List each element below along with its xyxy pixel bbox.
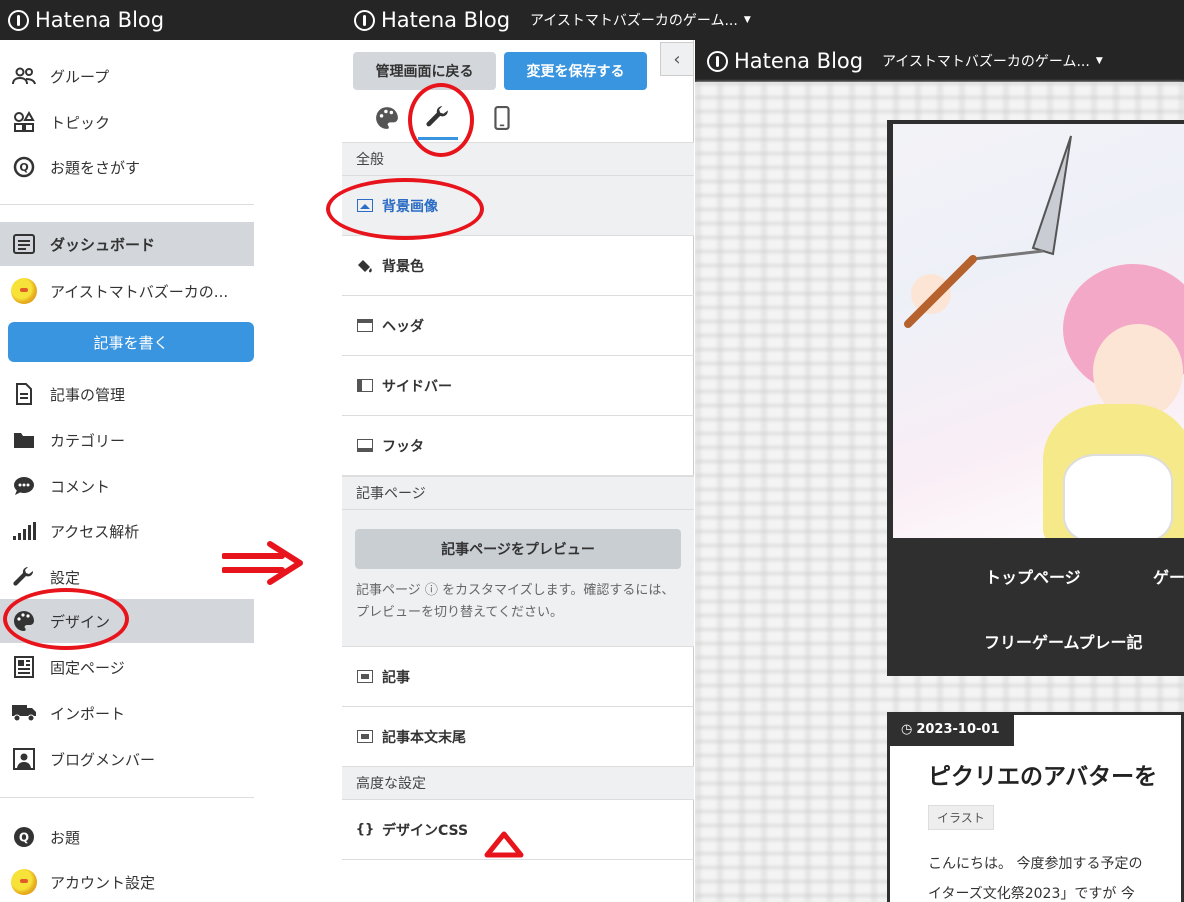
editor-item-sidebar[interactable]: サイドバー [342, 356, 694, 416]
hatena-blog-logo-center[interactable]: Hatena Blog [354, 0, 510, 40]
preview-hatena-logo[interactable]: Hatena Blog [707, 40, 863, 82]
header-illustration [893, 124, 1184, 538]
post-body: こんにちは。 今度参加する予定の イターズ文化祭2023」ですが 今 [928, 856, 1143, 902]
wrench-icon [426, 105, 448, 126]
top-bar: Hatena Blog Hatena Blog アイストマトバズーカのゲーム..… [0, 0, 1184, 40]
wrench-icon [10, 563, 38, 591]
account-avatar [11, 869, 37, 895]
sidebar-divider [0, 797, 254, 798]
nav-top-page[interactable]: トップページ [985, 564, 1081, 588]
blog-post: ◷ 2023-10-01 ピクリエのアバターを イラスト こんにちは。 今度参加… [887, 712, 1184, 902]
section-advanced: 高度な設定 [342, 766, 694, 800]
sidebar-item-design[interactable]: デザイン [0, 599, 254, 643]
sidebar-item-group[interactable]: グループ [0, 54, 254, 98]
clock-icon: ◷ [901, 721, 913, 737]
collapse-panel-button[interactable]: ‹ [660, 42, 694, 76]
post-category-tag[interactable]: イラスト [928, 805, 994, 830]
braces-icon: {} [355, 822, 375, 837]
svg-text:Q: Q [19, 831, 29, 845]
blog-preview: Hatena Blog アイストマトバズーカのゲーム... ▼ トップページ ゲ… [695, 40, 1184, 902]
spatula-icon [904, 135, 1072, 328]
svg-text:Q: Q [19, 161, 28, 174]
sidebar-item-import[interactable]: インポート [0, 691, 254, 735]
sidebar-item-article-management[interactable]: 記事の管理 [0, 372, 254, 416]
layout-footer-icon [357, 439, 373, 452]
palette-icon [376, 107, 398, 129]
post-date: ◷ 2023-10-01 [887, 712, 1014, 746]
caret-down-icon: ▼ [743, 15, 751, 25]
back-to-admin-button[interactable]: 管理画面に戻る [353, 52, 496, 90]
editor-item-background-color[interactable]: 背景色 [342, 236, 694, 296]
tab-customize[interactable] [418, 96, 458, 140]
design-editor-panel: 管理画面に戻る 変更を保存する ‹ 全般 背景画像 背景色 ヘッダ サイドバー … [342, 40, 694, 902]
folder-icon [10, 426, 38, 454]
sidebar-item-fixed-page[interactable]: 固定ページ [0, 645, 254, 689]
nav-game[interactable]: ゲー [1153, 564, 1184, 588]
hatena-logo-icon [707, 50, 728, 72]
sidebar-item-category[interactable]: カテゴリー [0, 418, 254, 462]
layout-header-icon [357, 319, 373, 332]
palette-icon [10, 607, 38, 635]
tab-smartphone[interactable] [482, 96, 522, 140]
editor-item-article[interactable]: 記事 [342, 647, 694, 707]
dashboard-icon [10, 230, 38, 258]
sidebar-item-account-settings[interactable]: アカウント設定 [0, 860, 254, 902]
preview-article-page-button[interactable]: 記事ページをプレビュー [355, 529, 681, 569]
hatena-logo-icon [354, 9, 375, 31]
truck-icon [10, 699, 38, 727]
sidebar-item-find-theme[interactable]: Q お題をさがす [0, 145, 254, 189]
comment-icon [10, 472, 38, 500]
topic-icon [10, 108, 38, 136]
annotation-arrow-icon [222, 541, 303, 585]
layout-article-icon [357, 670, 373, 683]
editor-item-background-image[interactable]: 背景画像 [342, 176, 694, 236]
sidebar-item-dashboard[interactable]: ダッシュボード [0, 222, 254, 266]
editor-item-footer[interactable]: フッタ [342, 416, 694, 476]
search-theme-icon: Q [10, 153, 38, 181]
section-article-page: 記事ページ [342, 476, 694, 510]
caret-down-icon: ▼ [1095, 56, 1103, 66]
sidebar-item-settings[interactable]: 設定 [0, 555, 254, 599]
write-article-button[interactable]: 記事を書く [8, 322, 254, 362]
theme-icon: Q [10, 823, 38, 851]
chevron-left-icon: ‹ [673, 48, 681, 70]
section-general: 全般 [342, 142, 694, 176]
document-icon [10, 380, 38, 408]
sidebar-item-topic[interactable]: トピック [0, 100, 254, 144]
annotation-triangle-icon [484, 831, 524, 858]
chart-bars-icon [10, 517, 38, 545]
blog-selector[interactable]: アイストマトバズーカのゲーム... ▼ [530, 0, 751, 40]
sidebar-item-comment[interactable]: コメント [0, 464, 254, 508]
sidebar-item-theme[interactable]: Q お題 [0, 815, 254, 859]
editor-item-article-footer[interactable]: 記事本文末尾 [342, 707, 694, 767]
paint-bucket-icon [356, 259, 374, 273]
member-icon [10, 745, 38, 773]
sidebar-divider [0, 204, 254, 205]
layout-sidebar-icon [357, 379, 373, 392]
hatena-logo-icon [8, 9, 29, 31]
sidebar-item-blog[interactable]: アイストマトバズーカの... [0, 269, 254, 313]
preview-note: 記事ページ ⓘ をカスタマイズします。確認するには、プレビューを切り替えてくださ… [356, 583, 675, 620]
post-title[interactable]: ピクリエのアバターを [928, 757, 1157, 791]
smartphone-icon [494, 106, 510, 130]
layout-article-footer-icon [357, 730, 373, 743]
preview-blog-selector[interactable]: アイストマトバズーカのゲーム... ▼ [882, 40, 1103, 82]
article-preview-area: 記事ページをプレビュー 記事ページ ⓘ をカスタマイズします。確認するには、プレ… [342, 510, 694, 647]
preview-top-bar: Hatena Blog アイストマトバズーカのゲーム... ▼ [695, 40, 1184, 82]
editor-tabs [342, 96, 694, 140]
nav-free-game-log[interactable]: フリーゲームプレー記 [984, 629, 1143, 653]
left-sidebar: グループ トピック Q お題をさがす ダッシュボード アイストマトバズーカの..… [0, 40, 254, 902]
sidebar-item-access-analysis[interactable]: アクセス解析 [0, 509, 254, 553]
tab-theme[interactable] [367, 96, 407, 140]
hatena-blog-logo[interactable]: Hatena Blog [8, 0, 164, 40]
page-icon [10, 653, 38, 681]
blog-header: トップページ ゲー フリーゲームプレー記 [887, 120, 1184, 676]
group-icon [10, 62, 38, 90]
editor-item-header[interactable]: ヘッダ [342, 296, 694, 356]
save-changes-button[interactable]: 変更を保存する [504, 52, 647, 90]
image-icon [357, 199, 373, 212]
sidebar-item-blog-members[interactable]: ブログメンバー [0, 737, 254, 781]
blog-avatar [11, 278, 37, 304]
